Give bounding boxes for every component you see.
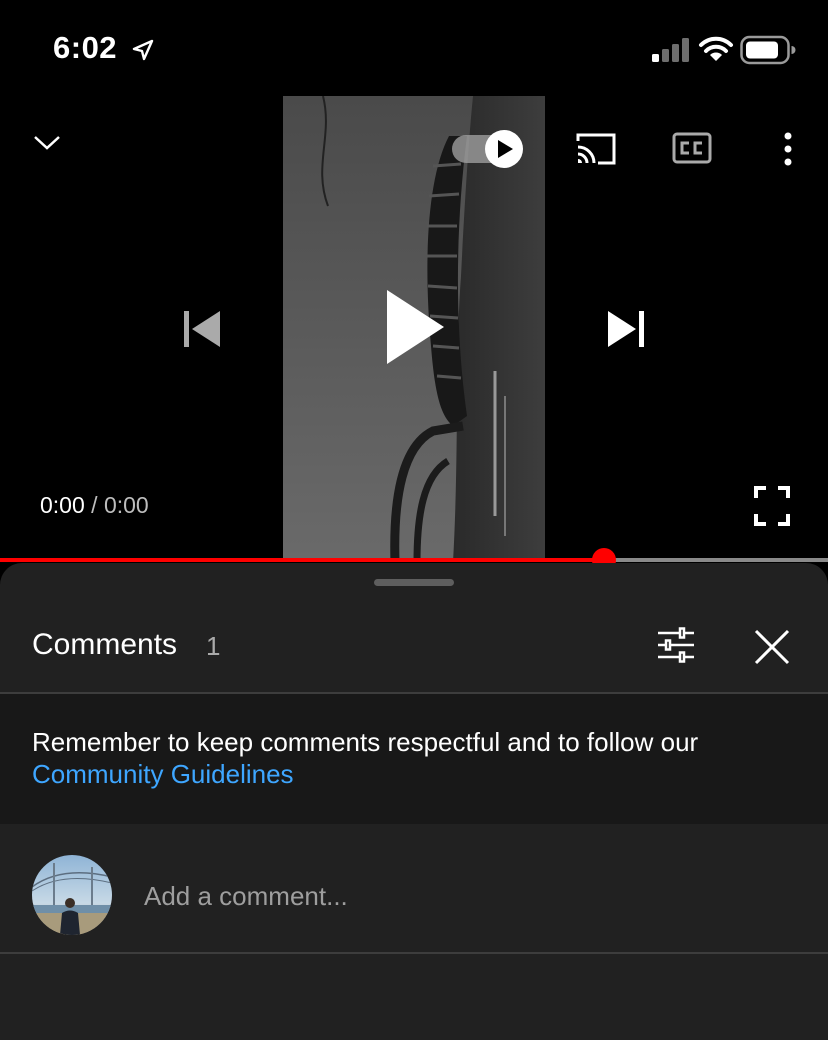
autoplay-toggle-icon[interactable] [450, 129, 526, 169]
filter-sliders-icon[interactable] [656, 627, 696, 663]
notice-text-block: Remember to keep comments respectful and… [32, 726, 802, 790]
progress-bar[interactable] [0, 548, 828, 572]
closed-captions-icon[interactable] [672, 132, 712, 164]
comments-header: Comments 1 [0, 611, 828, 693]
notice-text: Remember to keep comments respectful and… [32, 727, 699, 757]
community-notice: Remember to keep comments respectful and… [0, 694, 828, 824]
status-bar: 6:02 [0, 0, 828, 96]
play-icon[interactable] [382, 288, 446, 366]
time-display: 0:00 / 0:00 [40, 492, 149, 519]
video-player[interactable]: 0:00 / 0:00 [0, 96, 828, 562]
more-vert-icon[interactable] [778, 131, 798, 167]
time-separator: / [91, 492, 98, 518]
cast-icon[interactable] [574, 131, 618, 167]
comment-composer [0, 824, 828, 952]
location-arrow-icon [132, 39, 154, 61]
cellular-signal-icon [652, 38, 689, 62]
status-time: 6:02 [53, 30, 118, 65]
drag-handle[interactable] [374, 579, 454, 586]
current-time: 0:00 [40, 492, 85, 518]
progress-fill [0, 558, 605, 562]
total-time: 0:00 [103, 492, 149, 518]
skip-previous-icon[interactable] [180, 308, 224, 350]
wifi-icon [699, 36, 733, 61]
close-icon[interactable] [752, 627, 792, 667]
comment-count: 1 [206, 631, 221, 661]
fullscreen-icon[interactable] [754, 486, 790, 526]
avatar[interactable] [32, 855, 112, 935]
comments-sheet: Comments 1 Remember to keep comments res… [0, 563, 828, 1040]
community-guidelines-link[interactable]: Community Guidelines [32, 759, 294, 789]
chevron-down-icon[interactable] [30, 130, 64, 156]
comment-input[interactable] [144, 876, 784, 916]
skip-next-icon[interactable] [604, 308, 648, 350]
composer-divider [0, 952, 828, 954]
battery-icon [740, 35, 796, 65]
comments-title: Comments [32, 628, 178, 661]
